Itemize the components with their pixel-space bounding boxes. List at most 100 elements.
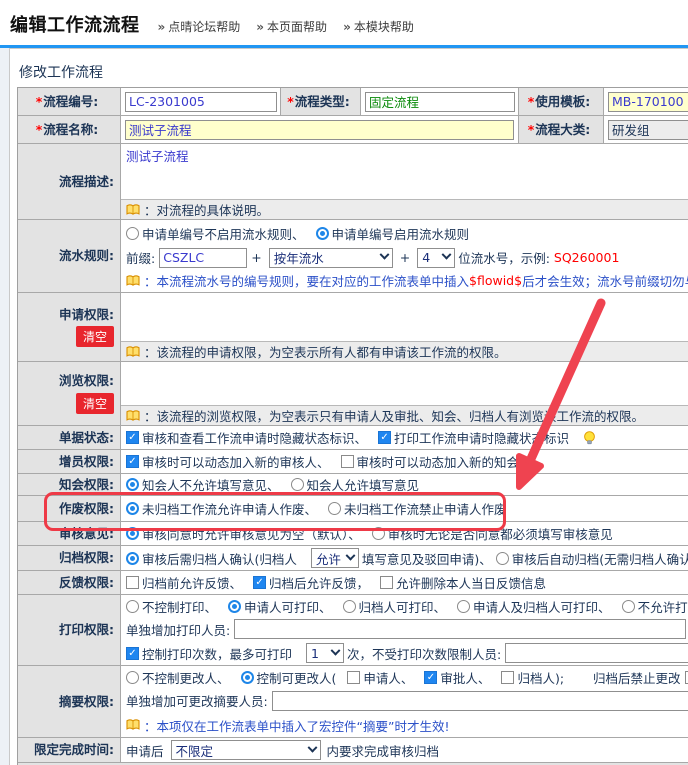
clear-view-perm-button[interactable]: 清空 [76, 393, 114, 414]
row-label-feedback-perm: 反馈权限: [18, 571, 121, 594]
summary-controlled-radio[interactable]: 控制可更改人( [241, 668, 337, 687]
flow-rule-hint: ：本流程流水号的编号规则，要在对应的工作流表单中插入$flowid$后才会生效；… [121, 271, 688, 291]
required-mark: * [287, 94, 294, 109]
row-content-review-comment: 审核同意时允许审核意见为空（默认）、审核时无论是否同意都必须填写审核意见 [121, 522, 688, 545]
checkbox-indicator [347, 671, 360, 684]
form-row-basic-1: *流程编号: *流程类型: *使用模板: [18, 88, 688, 116]
void-forbid-radio[interactable]: 未归档工作流禁止申请人作废 [328, 499, 507, 518]
checkbox-indicator [380, 576, 393, 589]
chevron-down-icon [307, 742, 317, 752]
option-label: 控制打印次数，最多可打印 [142, 644, 292, 663]
print-count-select[interactable]: 1 [306, 643, 344, 663]
option-label: 归档后允许反馈， [269, 573, 369, 592]
serial-off-radio[interactable]: 申请单编号不启用流水规则、 [126, 224, 305, 243]
hint-text: ：本流程流水号的编号规则，要在对应的工作流表单中插入 [144, 271, 469, 290]
process-type-cell [361, 88, 519, 115]
row-content-archive-perm: 审核后需归档人确认(归档人允许 填写意见及驳回申请)、审核后自动归档(无需归档人确… [121, 546, 688, 570]
print-extra-input[interactable] [234, 619, 686, 639]
help-link-forum[interactable]: »点晴论坛帮助 [158, 18, 241, 35]
help-link-label: 本页面帮助 [267, 20, 327, 34]
option-label: 审核同意时允许审核意见为空（默认）、 [142, 524, 361, 543]
archive-confirm-radio[interactable]: 审核后需归档人确认(归档人 [126, 549, 297, 568]
summary-uncontrolled-radio[interactable]: 不控制更改人、 [126, 668, 230, 687]
row-label-notify-perm: 知会权限: [18, 474, 121, 495]
notify-no-comment-radio[interactable]: 知会人不允许填写意见、 [126, 475, 280, 494]
template-input[interactable] [608, 92, 688, 112]
chevron-down-icon [442, 250, 452, 260]
print-uncontrolled-radio[interactable]: 不控制打印、 [126, 597, 217, 616]
digits-select[interactable]: 4 [417, 248, 455, 268]
add-notified-checkbox[interactable]: 审核时可以动态加入新的知会人 [341, 452, 532, 471]
checkbox-indicator [253, 576, 266, 589]
archive-confirm-suffix: 填写意见及驳回申请)、 [362, 549, 492, 568]
comment-required-radio[interactable]: 审核时无论是否同意都必须填写审核意见 [372, 524, 613, 543]
cycle-select[interactable]: 按年流水 [269, 248, 393, 268]
row-label-time-limit: 限定完成时间: [18, 738, 121, 762]
option-label: 允许删除本人当日反馈信息 [396, 573, 546, 592]
process-no-input[interactable] [125, 92, 277, 112]
print-applicant-radio[interactable]: 申请人可打印、 [228, 597, 332, 616]
apply-perm-area[interactable] [121, 293, 688, 341]
notify-comment-radio[interactable]: 知会人允许填写意见 [291, 475, 420, 494]
page-header: 编辑工作流流程 »点晴论坛帮助 »本页面帮助 »本模块帮助 [0, 0, 688, 45]
form-row-archive-perm: 归档权限:审核后需归档人确认(归档人允许填写意见及驳回申请)、审核后自动归档(无… [18, 546, 688, 571]
print-limit-checkbox[interactable]: 控制打印次数，最多可打印 [126, 644, 292, 663]
summary-lock-checkbox[interactable] [685, 671, 688, 684]
help-link-module[interactable]: »本模块帮助 [343, 18, 414, 35]
time-limit-select[interactable]: 不限定 [171, 740, 321, 760]
summary-approver-checkbox[interactable]: 审批人、 [424, 668, 490, 687]
option-label: 申请单编号启用流水规则 [332, 224, 470, 243]
radio-indicator [228, 600, 241, 613]
process-name-label: *流程名称: [18, 116, 121, 143]
form-row-time-limit: 限定完成时间:申请后不限定内要求完成审核归档 [18, 738, 688, 763]
hide-status-print-checkbox[interactable]: 打印工作流申请时隐藏状态标识 [378, 428, 569, 447]
hide-status-review-checkbox[interactable]: 审核和查看工作流申请时隐藏状态标识、 [126, 428, 367, 447]
option-label: 不控制更改人、 [142, 668, 230, 687]
radio-indicator [126, 478, 139, 491]
print-unlimited-input[interactable] [505, 643, 688, 663]
help-link-page[interactable]: »本页面帮助 [256, 18, 327, 35]
row-content-summary-perm: 不控制更改人、控制可更改人(申请人、审批人、归档人);归档后禁止更改单独增加可更… [121, 666, 688, 737]
category-input[interactable] [608, 120, 688, 140]
print-both-radio[interactable]: 申请人及归档人可打印、 [457, 597, 611, 616]
required-mark: * [36, 122, 43, 137]
required-mark: * [36, 94, 43, 109]
desc-textarea[interactable]: 测试子流程 [121, 144, 688, 199]
print-forbid-radio[interactable]: 不允许打印 [622, 597, 688, 616]
summary-archiver-checkbox[interactable]: 归档人); [501, 668, 564, 687]
category-cell [604, 116, 688, 143]
summary-extra-input[interactable] [272, 691, 688, 711]
left-margin [0, 48, 9, 765]
print-archiver-radio[interactable]: 归档人可打印、 [343, 597, 447, 616]
option-label: 审核时可以动态加入新的知会人 [357, 452, 532, 471]
form-row-view-perm: 浏览权限: 清空 ：该流程的浏览权限，为空表示只有申请人及审批、知会、归档人有浏… [18, 362, 688, 426]
archive-auto-radio[interactable]: 审核后自动归档(无需归档人确认) [496, 549, 688, 568]
feedback-delete-checkbox[interactable]: 允许删除本人当日反馈信息 [380, 573, 546, 592]
feedback-after-checkbox[interactable]: 归档后允许反馈， [253, 573, 369, 592]
process-type-input[interactable] [365, 92, 515, 112]
process-no-label: *流程编号: [18, 88, 121, 115]
option-label: 审核和查看工作流申请时隐藏状态标识、 [142, 428, 367, 447]
radio-indicator [457, 600, 470, 613]
option-label: 不允许打印 [638, 597, 688, 616]
option-label: 审核时可以动态加入新的审核人、 [142, 452, 330, 471]
option-label: 审批人、 [440, 668, 490, 687]
book-icon [126, 204, 140, 216]
summary-applicant-checkbox[interactable]: 申请人、 [347, 668, 413, 687]
desc-value: 测试子流程 [126, 146, 189, 165]
prefix-input[interactable] [159, 248, 247, 268]
serial-on-radio[interactable]: 申请单编号启用流水规则 [316, 224, 470, 243]
section-title: 修改工作流程 [10, 49, 688, 87]
process-name-input[interactable] [125, 120, 514, 140]
time-limit-prefix: 申请后 [126, 741, 164, 760]
select-value: 允许 [316, 549, 341, 568]
feedback-before-checkbox[interactable]: 归档前允许反馈、 [126, 573, 242, 592]
archive-comment-select[interactable]: 允许 [311, 548, 359, 568]
comment-optional-radio[interactable]: 审核同意时允许审核意见为空（默认）、 [126, 524, 361, 543]
row-content-time-limit: 申请后不限定内要求完成审核归档 [121, 738, 688, 762]
view-perm-area[interactable] [121, 362, 688, 405]
void-allow-radio[interactable]: 未归档工作流允许申请人作废、 [126, 499, 317, 518]
clear-apply-perm-button[interactable]: 清空 [76, 326, 114, 347]
option-label: 未归档工作流允许申请人作废、 [142, 499, 317, 518]
add-reviewer-checkbox[interactable]: 审核时可以动态加入新的审核人、 [126, 452, 330, 471]
